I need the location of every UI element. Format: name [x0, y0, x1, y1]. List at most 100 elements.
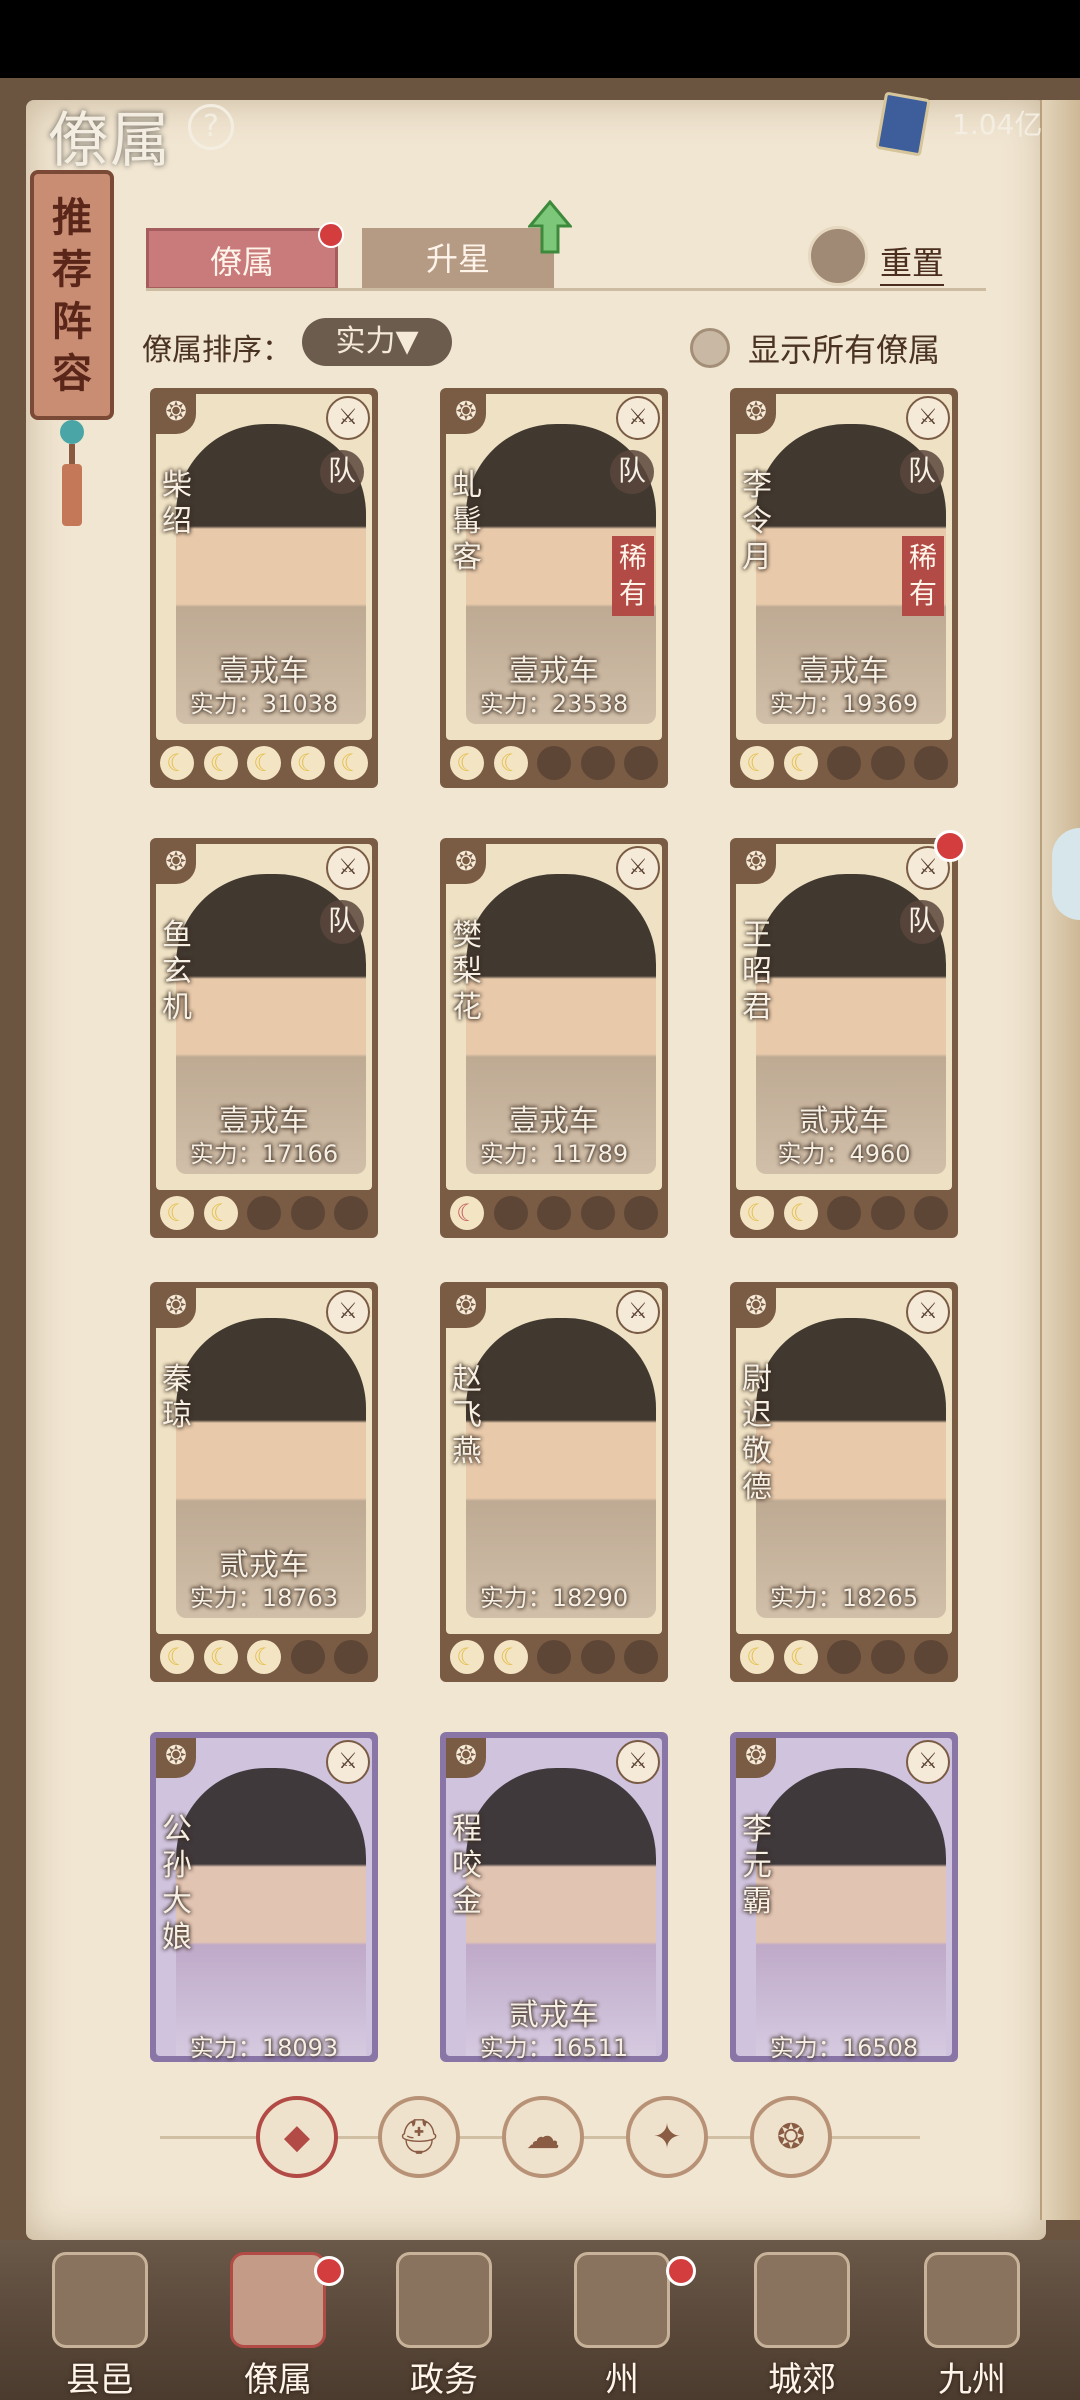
moon-star-icon	[334, 1196, 368, 1230]
portrait-image	[756, 1768, 946, 2056]
sort-dropdown[interactable]: 实力▼	[302, 318, 452, 366]
nav-building-icon	[52, 2252, 148, 2348]
retainer-card[interactable]: ❂ ⚔ 鱼玄机队壹戎车 实力：17166 ☾ ☾	[150, 838, 378, 1238]
power-value: 实力：18290	[479, 1584, 629, 1612]
nav-building-icon	[754, 2252, 850, 2348]
retainer-card[interactable]: ❂ ⚔ 公孙大娘 实力：18093	[150, 1732, 378, 2062]
currency-value: 1.04亿	[952, 108, 1043, 141]
nav-building-icon	[574, 2252, 670, 2348]
filter-helmet-icon[interactable]: ⛑	[378, 2096, 460, 2178]
side-drawer-handle[interactable]	[1052, 828, 1080, 920]
nav-label: 城郊	[768, 2360, 836, 2400]
moon-star-icon: ☾	[783, 1196, 818, 1230]
reset-button[interactable]: 重置	[880, 238, 945, 286]
class-emblem-icon: ❂	[156, 394, 196, 434]
retainer-card[interactable]: ❂ ⚔ 赵飞燕 实力：18290 ☾ ☾	[440, 1282, 668, 1682]
show-all-label[interactable]: 显示所有僚属	[748, 325, 940, 371]
moon-star-icon	[827, 746, 861, 780]
tab-star-up[interactable]: 升星	[362, 228, 554, 290]
tab-retainers[interactable]: 僚属	[146, 228, 338, 290]
moon-star-icon	[624, 1196, 658, 1230]
class-emblem-icon: ❂	[156, 1738, 196, 1778]
filter-all-icon[interactable]: ◆	[256, 2096, 338, 2178]
star-rating: ☾	[450, 1196, 658, 1230]
retainer-name: 虬髯客	[452, 468, 482, 575]
moon-star-icon	[247, 1196, 281, 1230]
retainer-card[interactable]: ❂ ⚔ 柴绍队壹戎车 实力：31038 ☾ ☾ ☾ ☾ ☾	[150, 388, 378, 788]
book-currency-icon	[875, 91, 931, 157]
class-emblem-icon: ❂	[446, 394, 486, 434]
moon-star-icon: ☾	[334, 746, 368, 780]
filter-beast-icon[interactable]: ❂	[750, 2096, 832, 2178]
moon-star-icon: ☾	[783, 746, 818, 780]
weapon-icon: ⚔	[326, 396, 370, 440]
show-all-toggle[interactable]	[690, 328, 730, 368]
moon-star-icon	[580, 1196, 615, 1230]
class-emblem-icon: ❂	[736, 844, 776, 884]
retainer-card[interactable]: ❂ ⚔ 李令月队稀有 壹戎车 实力：19369 ☾ ☾	[730, 388, 958, 788]
moon-star-icon: ☾	[247, 746, 281, 780]
moon-star-icon	[537, 1196, 571, 1230]
sort-label: 僚属排序：	[142, 333, 292, 368]
nav-item[interactable]: 政务	[374, 2252, 514, 2400]
moon-star-icon	[290, 1640, 325, 1674]
retainer-name: 柴绍	[162, 468, 192, 539]
notification-dot	[314, 2256, 344, 2286]
weapon-icon: ⚔	[616, 1740, 660, 1784]
retainer-name: 李元霸	[742, 1812, 772, 1919]
nav-label: 九州	[938, 2360, 1006, 2400]
team-badge: 队	[320, 900, 364, 944]
retainer-card[interactable]: ❂ ⚔ 程咬金 贰戎车 实力：16511	[440, 1732, 668, 2062]
moon-star-icon	[914, 746, 948, 780]
notification-dot	[666, 2256, 696, 2286]
power-value: 实力：18763	[189, 1584, 339, 1612]
weapon-icon: ⚔	[616, 846, 660, 890]
nav-building-icon	[396, 2252, 492, 2348]
help-icon[interactable]: ?	[188, 104, 234, 150]
moon-star-icon: ☾	[203, 1196, 238, 1230]
retainer-name: 鱼玄机	[162, 918, 192, 1025]
nav-label: 僚属	[244, 2360, 312, 2400]
moon-star-icon	[914, 1196, 948, 1230]
moon-star-icon: ☾	[783, 1640, 818, 1674]
recommended-lineup-bookmark[interactable]: 推荐阵容	[30, 170, 114, 420]
star-rating: ☾ ☾	[740, 1196, 948, 1230]
nav-building-icon	[924, 2252, 1020, 2348]
retainer-card[interactable]: ❂ ⚔ 李元霸 实力：16508	[730, 1732, 958, 2062]
notification-dot	[318, 222, 344, 248]
bookmark-label: 推荐阵容	[52, 194, 92, 397]
retainer-card[interactable]: ❂ ⚔ 秦琼 贰戎车 实力：18763 ☾ ☾ ☾	[150, 1282, 378, 1682]
retainer-card[interactable]: ❂ ⚔ 尉迟敬德 实力：18265 ☾ ☾	[730, 1282, 958, 1682]
nav-item[interactable]: 城郊	[732, 2252, 872, 2400]
retainer-name: 程咬金	[452, 1812, 482, 1919]
weapon-icon: ⚔	[906, 1740, 950, 1784]
tabs-divider	[146, 288, 986, 291]
retainer-card[interactable]: ❂ ⚔ 樊梨花 壹戎车 实力：11789 ☾	[440, 838, 668, 1238]
moon-star-icon: ☾	[740, 1196, 774, 1230]
moon-star-icon: ☾	[203, 1640, 238, 1674]
moon-star-icon	[624, 1640, 658, 1674]
page-edge	[1040, 100, 1080, 2220]
team-badge: 队	[320, 450, 364, 494]
filter-fan-icon[interactable]: ✦	[626, 2096, 708, 2178]
retainer-name: 樊梨花	[452, 918, 482, 1025]
power-value: 实力：18265	[769, 1584, 919, 1612]
class-emblem-icon: ❂	[446, 1288, 486, 1328]
moon-star-icon	[827, 1196, 861, 1230]
reset-icon[interactable]	[808, 226, 868, 286]
moon-star-icon: ☾	[290, 746, 325, 780]
arrow-up-icon	[528, 200, 572, 254]
retainer-name: 赵飞燕	[452, 1362, 482, 1469]
retainer-card[interactable]: ❂ ⚔ 王昭君队贰戎车 实力：4960 ☾ ☾	[730, 838, 958, 1238]
portrait-image	[756, 1318, 946, 1618]
team-badge: 队	[610, 450, 654, 494]
filter-cloud-icon[interactable]: ☁	[502, 2096, 584, 2178]
moon-star-icon: ☾	[450, 1640, 484, 1674]
weapon-icon: ⚔	[616, 1290, 660, 1334]
nav-item[interactable]: 九州	[902, 2252, 1042, 2400]
moon-star-icon: ☾	[740, 746, 774, 780]
retainer-card[interactable]: ❂ ⚔ 虬髯客队稀有 壹戎车 实力：23538 ☾ ☾	[440, 388, 668, 788]
moon-star-icon: ☾	[493, 746, 528, 780]
nav-item[interactable]: 县邑	[30, 2252, 170, 2400]
weapon-icon: ⚔	[906, 1290, 950, 1334]
